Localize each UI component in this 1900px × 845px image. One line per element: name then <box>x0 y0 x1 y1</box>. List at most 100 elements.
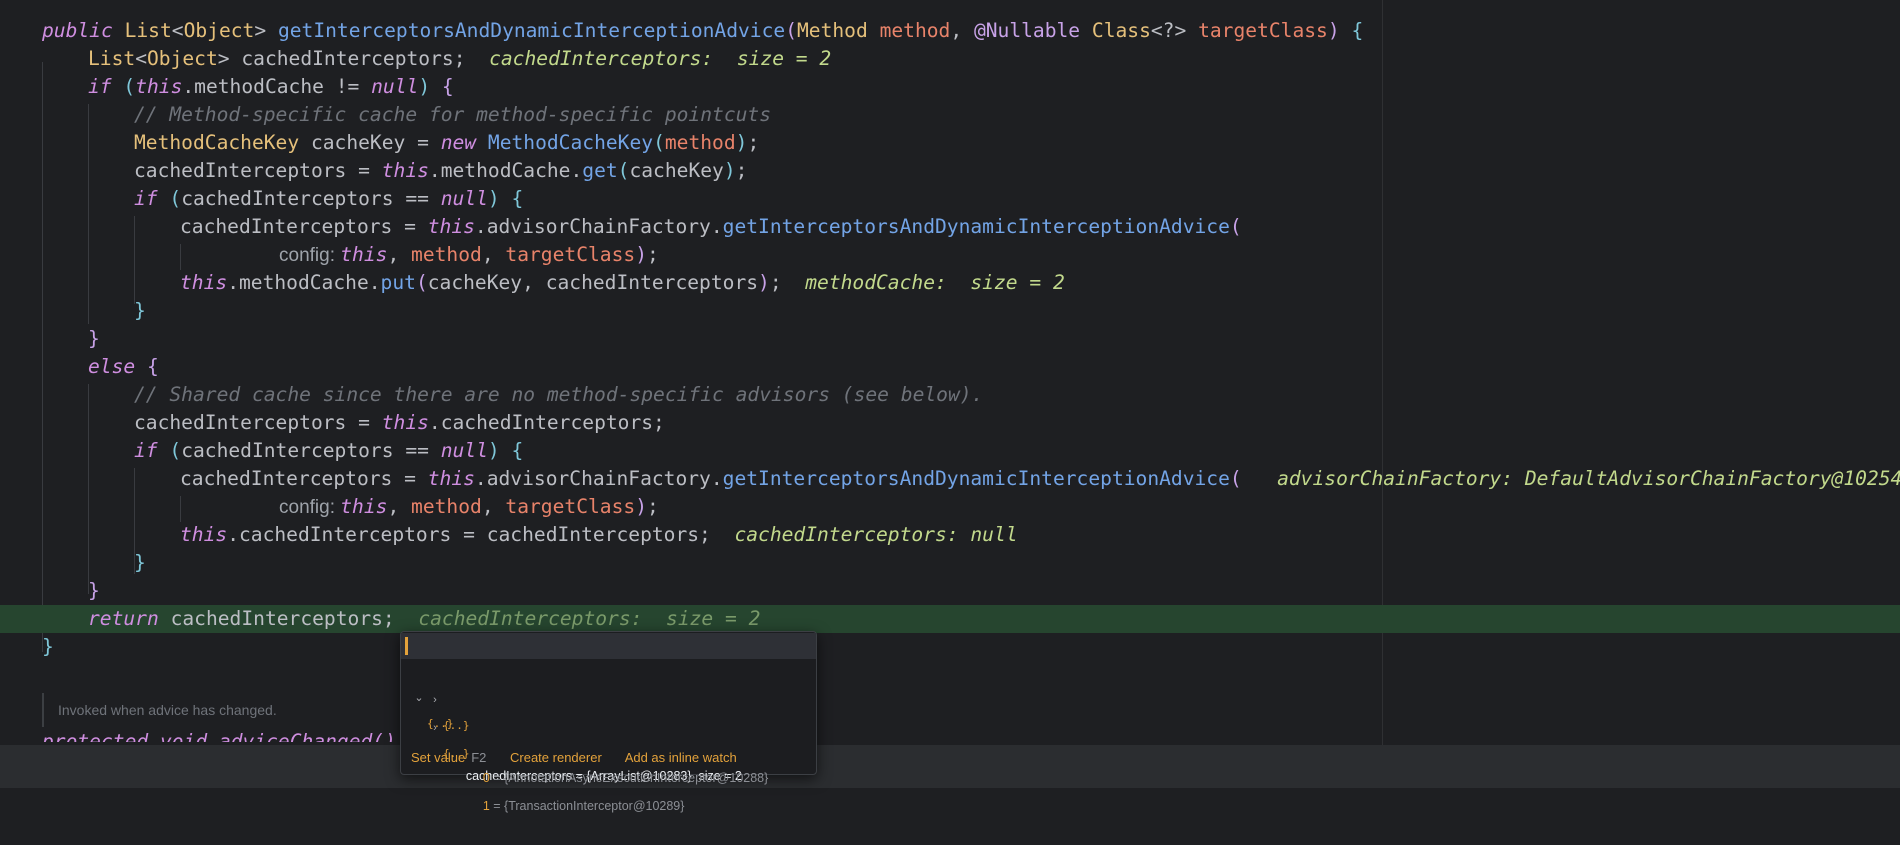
code-token: null <box>371 75 419 98</box>
code-text: } <box>134 549 146 577</box>
code-text: } <box>88 325 100 353</box>
set-value-link[interactable]: Set value <box>411 750 465 765</box>
code-token: ; <box>769 271 806 294</box>
create-renderer-link[interactable]: Create renderer <box>510 750 602 765</box>
code-line[interactable]: public List<Object> getInterceptorsAndDy… <box>0 17 1900 45</box>
code-line[interactable]: config: this, method, targetClass); <box>0 493 1900 521</box>
code-line[interactable]: // Method-specific cache for method-spec… <box>0 101 1900 129</box>
code-token: this <box>340 243 388 266</box>
code-text: } <box>42 633 54 661</box>
execution-point-line[interactable]: return cachedInterceptors; cachedInterce… <box>0 605 1900 633</box>
code-line[interactable]: } <box>0 325 1900 353</box>
code-token: , <box>387 495 412 518</box>
code-line[interactable]: List<Object> cachedInterceptors; cachedI… <box>0 45 1900 73</box>
code-token: ( <box>169 439 182 462</box>
parameter-hint: config: <box>279 245 341 266</box>
inline-debug-value: cachedInterceptors: size = 2 <box>418 607 761 630</box>
code-line[interactable]: this.cachedInterceptors = cachedIntercep… <box>0 521 1900 549</box>
parameter-hint: config: <box>279 497 341 518</box>
popup-root-row[interactable]: ⌄ {..} cachedInterceptors = {ArrayList@1… <box>401 633 816 783</box>
add-inline-watch-link[interactable]: Add as inline watch <box>625 750 737 765</box>
code-line[interactable]: } <box>0 633 1900 661</box>
code-line[interactable]: if (cachedInterceptors == null) { <box>0 185 1900 213</box>
code-token: getInterceptorsAndDynamicInterceptionAdv… <box>722 467 1230 490</box>
code-line[interactable]: cachedInterceptors = this.methodCache.ge… <box>0 157 1900 185</box>
code-line[interactable]: cachedInterceptors = this.cachedIntercep… <box>0 409 1900 437</box>
code-token: ; <box>646 243 659 266</box>
code-line[interactable]: } <box>0 549 1900 577</box>
inline-debug-value: methodCache: size = 2 <box>805 271 1065 294</box>
code-token: , <box>481 243 506 266</box>
code-token: <?> <box>1150 19 1199 42</box>
code-token: cachedInterceptors == <box>181 187 441 210</box>
code-line[interactable]: // Shared cache since there are no metho… <box>0 381 1900 409</box>
code-token: get <box>582 159 618 182</box>
code-text: if (cachedInterceptors == null) { <box>134 185 523 213</box>
code-line[interactable]: this.methodCache.put(cacheKey, cachedInt… <box>0 269 1900 297</box>
code-token: // Method-specific cache for method-spec… <box>134 103 772 126</box>
code-token: ) <box>735 131 748 154</box>
code-token: method <box>411 495 482 518</box>
popup-child-row[interactable]: › {..} 1 = {TransactionInterceptor@10289… <box>401 689 816 813</box>
code-token: ; <box>735 159 748 182</box>
code-token: targetClass <box>1198 19 1328 42</box>
code-line[interactable]: if (this.methodCache != null) { <box>0 73 1900 101</box>
code-token: , <box>481 495 506 518</box>
code-token: null <box>440 187 488 210</box>
object-icon: {..} <box>443 719 470 732</box>
code-token: } <box>88 579 100 602</box>
code-token: new <box>440 131 488 154</box>
code-line[interactable]: MethodCacheKey cacheKey = new MethodCach… <box>0 129 1900 157</box>
chevron-right-icon[interactable]: › <box>427 715 443 741</box>
code-token: ( <box>785 19 797 42</box>
code-token: this <box>180 523 228 546</box>
code-token: cachedInterceptors = <box>134 159 382 182</box>
code-token: ; <box>747 131 760 154</box>
code-text: cachedInterceptors = this.advisorChainFa… <box>180 213 1242 241</box>
code-token: Method <box>796 19 880 42</box>
code-token: cacheKey, cachedInterceptors <box>427 271 759 294</box>
code-text: if (cachedInterceptors == null) { <box>134 437 523 465</box>
code-line[interactable]: if (cachedInterceptors == null) { <box>0 437 1900 465</box>
code-token: put <box>380 271 416 294</box>
child-value: = {TransactionInterceptor@10289} <box>489 799 685 813</box>
code-token: > cachedInterceptors; <box>217 47 490 70</box>
popup-child-row[interactable]: › {..} 0 = {AnnotationAsyncExecutionInte… <box>401 661 816 785</box>
code-text: return cachedInterceptors; cachedInterce… <box>88 605 760 633</box>
partial-code-line: protected void adviceChanged() <box>42 730 396 742</box>
code-editor[interactable]: public List<Object> getInterceptorsAndDy… <box>0 0 1900 745</box>
code-token: .cachedInterceptors; <box>428 411 665 434</box>
code-token: this <box>381 411 429 434</box>
code-line[interactable]: cachedInterceptors = this.advisorChainFa… <box>0 213 1900 241</box>
code-token: Object <box>183 19 255 42</box>
code-token: .advisorChainFactory. <box>474 215 723 238</box>
bottom-strip <box>0 745 1900 788</box>
debugger-value-popup[interactable]: ⌄ {..} cachedInterceptors = {ArrayList@1… <box>400 631 817 813</box>
code-token: method <box>879 19 951 42</box>
code-line[interactable]: } <box>0 577 1900 605</box>
code-token: } <box>134 299 146 322</box>
code-token: null <box>440 439 488 462</box>
code-token: ( <box>1229 215 1242 238</box>
code-token: targetClass <box>505 243 636 266</box>
code-token: cachedInterceptors = <box>180 467 428 490</box>
code-token: method <box>411 243 482 266</box>
code-text: // Method-specific cache for method-spec… <box>134 101 771 129</box>
code-line[interactable]: } <box>0 297 1900 325</box>
code-token: } <box>42 635 54 658</box>
code-token: if <box>134 187 170 210</box>
code-token: .advisorChainFactory. <box>474 467 723 490</box>
code-token: cachedInterceptors = <box>180 215 428 238</box>
code-line[interactable]: else { <box>0 353 1900 381</box>
child-index: 1 <box>482 799 490 813</box>
code-token: getInterceptorsAndDynamicInterceptionAdv… <box>722 215 1230 238</box>
code-token: else <box>88 355 147 378</box>
code-line[interactable]: config: this, method, targetClass); <box>0 241 1900 269</box>
code-line[interactable]: cachedInterceptors = this.advisorChainFa… <box>0 465 1900 493</box>
code-text: this.cachedInterceptors = cachedIntercep… <box>180 521 1018 549</box>
code-text: MethodCacheKey cacheKey = new MethodCach… <box>134 129 759 157</box>
code-token: ) <box>487 187 500 210</box>
code-text: } <box>134 297 146 325</box>
code-text: this.methodCache.put(cacheKey, cachedInt… <box>180 269 1065 297</box>
